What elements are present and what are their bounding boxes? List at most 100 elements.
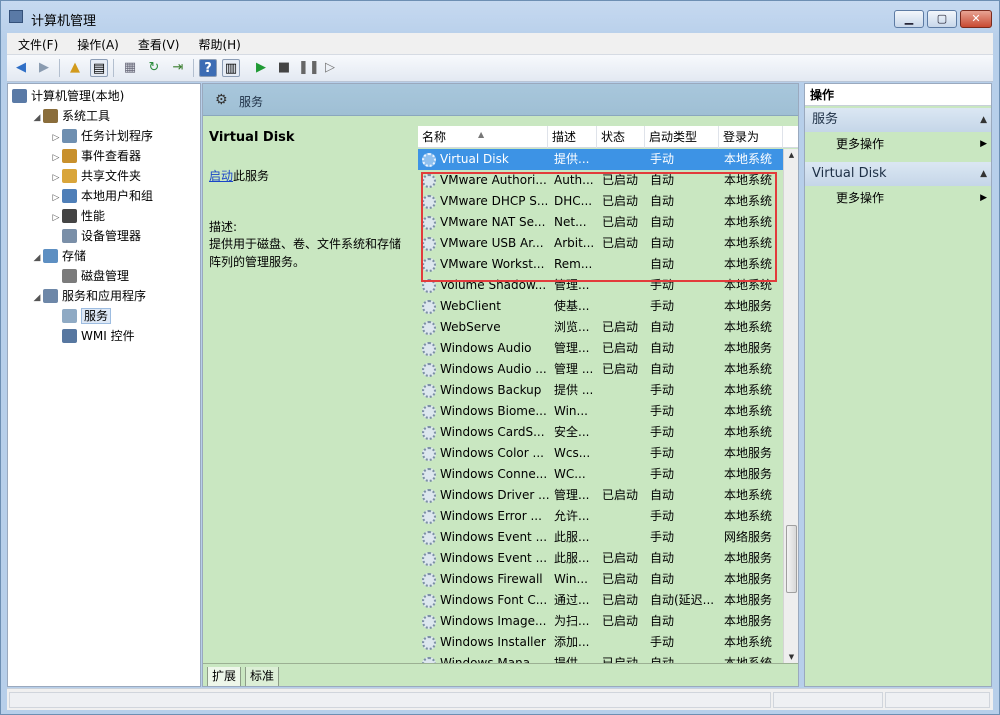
- table-row[interactable]: Windows Image... 为扫... 已启动 自动 本地服务: [418, 611, 783, 632]
- tab-extended[interactable]: 扩展: [207, 667, 242, 686]
- table-row[interactable]: Windows Color ... Wcs... 手动 本地服务: [418, 443, 783, 464]
- pause-service-icon[interactable]: ❚❚: [298, 59, 320, 77]
- cell-description: 管理 ...: [554, 362, 594, 376]
- tree-item-label: 服务: [81, 308, 112, 324]
- cell-logon-as: 本地服务: [724, 299, 773, 313]
- tree-item-disk-management[interactable]: 磁盘管理: [50, 266, 129, 286]
- tree-item-storage[interactable]: ◢ 存储: [31, 246, 86, 266]
- table-row[interactable]: Windows Biome... Win... 手动 本地系统: [418, 401, 783, 422]
- tree-expander-icon[interactable]: ▷: [50, 128, 62, 148]
- service-gear-icon: [422, 594, 436, 608]
- table-row[interactable]: Windows Error ... 允许... 手动 本地系统: [418, 506, 783, 527]
- forward-icon[interactable]: ▶: [35, 59, 53, 77]
- help-icon[interactable]: ?: [199, 59, 217, 77]
- tree-item-event-viewer[interactable]: ▷ 事件查看器: [50, 146, 141, 166]
- service-gear-icon: [422, 426, 436, 440]
- table-row[interactable]: Windows Firewall Win... 已启动 自动 本地服务: [418, 569, 783, 590]
- computer-management-icon: [9, 10, 23, 23]
- stop-service-icon[interactable]: ■: [275, 59, 293, 77]
- column-header-logon-as[interactable]: 登录为: [719, 126, 783, 148]
- scroll-thumb[interactable]: [786, 525, 797, 593]
- tree-item-task-scheduler[interactable]: ▷ 任务计划程序: [50, 126, 153, 146]
- list-vertical-scrollbar[interactable]: ▲ ▼: [783, 149, 798, 663]
- table-row[interactable]: Windows Event ... 此服... 手动 网络服务: [418, 527, 783, 548]
- cell-startup-type: 手动: [650, 635, 675, 649]
- cell-logon-as: 本地系统: [724, 404, 773, 418]
- maximize-button[interactable]: ▢: [927, 10, 957, 28]
- system-tools-icon: [43, 109, 58, 123]
- tree-expander-icon[interactable]: ◢: [31, 108, 43, 128]
- table-row[interactable]: Windows CardS... 安全... 手动 本地系统: [418, 422, 783, 443]
- more-actions-virtual-disk[interactable]: 更多操作 ▶: [805, 187, 991, 209]
- table-row[interactable]: Windows Event ... 此服... 已启动 自动 本地服务: [418, 548, 783, 569]
- task-scheduler-icon: [62, 129, 77, 143]
- refresh-icon[interactable]: ↻: [145, 59, 163, 77]
- service-detail: Virtual Disk 启动此服务 描述: 提供用于磁盘、卷、文件系统和存储阵…: [203, 116, 417, 661]
- cell-logon-as: 本地服务: [724, 593, 773, 607]
- title-bar[interactable]: 计算机管理 ▁ ▢ ✕: [1, 1, 999, 33]
- start-service-link[interactable]: 启动: [209, 169, 233, 183]
- table-row[interactable]: WebClient 使基... 手动 本地服务: [418, 296, 783, 317]
- tree-item-system-tools[interactable]: ◢ 系统工具: [31, 106, 110, 126]
- cell-status: 已启动: [602, 362, 639, 376]
- service-gear-icon: [422, 405, 436, 419]
- scroll-down-icon[interactable]: ▼: [784, 653, 798, 661]
- scroll-up-icon[interactable]: ▲: [784, 151, 798, 159]
- tree-expander-icon[interactable]: ◢: [31, 288, 43, 308]
- tree-item-device-manager[interactable]: 设备管理器: [50, 226, 141, 246]
- table-row[interactable]: Windows Font C... 通过... 已启动 自动(延迟... 本地服务: [418, 590, 783, 611]
- back-icon[interactable]: ◀: [12, 59, 30, 77]
- column-header-startup-type[interactable]: 启动类型: [645, 126, 719, 148]
- actions-section-virtual-disk[interactable]: Virtual Disk ▲: [805, 162, 991, 186]
- tree-item-wmi-control[interactable]: WMI 控件: [50, 326, 135, 346]
- table-row[interactable]: Windows Audio 管理... 已启动 自动 本地服务: [418, 338, 783, 359]
- table-row[interactable]: Windows Backup 提供 ... 手动 本地系统: [418, 380, 783, 401]
- tree-item-local-users[interactable]: ▷ 本地用户和组: [50, 186, 153, 206]
- table-row[interactable]: Windows Driver ... 管理... 已启动 自动 本地系统: [418, 485, 783, 506]
- cell-name: Windows Audio: [440, 341, 532, 355]
- collapse-icon[interactable]: ▲: [980, 162, 987, 186]
- collapse-icon[interactable]: ▲: [980, 108, 987, 132]
- tree-expander-icon[interactable]: ▷: [50, 168, 62, 188]
- menu-file[interactable]: 文件(F): [7, 33, 66, 53]
- menu-view[interactable]: 查看(V): [127, 33, 188, 53]
- show-hide-tree-icon[interactable]: ▤: [90, 59, 108, 77]
- column-header-status[interactable]: 状态: [597, 126, 645, 148]
- tree-item-shared-folders[interactable]: ▷ 共享文件夹: [50, 166, 141, 186]
- table-row[interactable]: WebServe 浏览... 已启动 自动 本地系统: [418, 317, 783, 338]
- tree-expander-icon[interactable]: ▷: [50, 208, 62, 228]
- cell-logon-as: 本地服务: [724, 446, 773, 460]
- up-folder-icon[interactable]: ▲: [66, 59, 84, 77]
- column-header-name[interactable]: 名称 ▲: [418, 126, 548, 148]
- menu-action[interactable]: 操作(A): [66, 33, 127, 53]
- show-hide-action-pane-icon[interactable]: ▥: [222, 59, 240, 77]
- tree-item-label: 共享文件夹: [81, 169, 142, 183]
- tree-item-performance[interactable]: ▷ 性能: [50, 206, 105, 226]
- tree-item-computer-management[interactable]: 计算机管理(本地): [12, 86, 124, 106]
- column-header-description[interactable]: 描述: [548, 126, 597, 148]
- tree-item-services-apps[interactable]: ◢ 服务和应用程序: [31, 286, 146, 306]
- actions-section-services[interactable]: 服务 ▲: [805, 108, 991, 132]
- menu-help[interactable]: 帮助(H): [187, 33, 248, 53]
- tree-item-label: 设备管理器: [81, 229, 142, 243]
- table-row[interactable]: Windows Audio ... 管理 ... 已启动 自动 本地系统: [418, 359, 783, 380]
- table-row[interactable]: Windows Conne... WC... 手动 本地服务: [418, 464, 783, 485]
- tab-standard[interactable]: 标准: [245, 667, 280, 686]
- start-service-icon[interactable]: ▶: [252, 59, 270, 77]
- table-row-selected[interactable]: Virtual Disk 提供... 手动 本地系统: [418, 149, 783, 170]
- tree-expander-icon[interactable]: ◢: [31, 248, 43, 268]
- more-actions-services[interactable]: 更多操作 ▶: [805, 133, 991, 155]
- tree-item-services[interactable]: 服务: [50, 306, 112, 326]
- table-row[interactable]: Windows Mana... 提供... 已启动 自动 本地系统: [418, 653, 783, 663]
- cell-status: 已启动: [602, 656, 639, 663]
- minimize-button[interactable]: ▁: [894, 10, 924, 28]
- export-list-icon[interactable]: ⇥: [169, 59, 187, 77]
- table-row[interactable]: Windows Installer 添加... 手动 本地系统: [418, 632, 783, 653]
- tree-expander-icon[interactable]: ▷: [50, 188, 62, 208]
- cell-startup-type: 手动: [650, 383, 675, 397]
- restart-service-icon[interactable]: ▷: [321, 59, 339, 77]
- cell-logon-as: 本地服务: [724, 551, 773, 565]
- close-button[interactable]: ✕: [960, 10, 992, 28]
- tree-expander-icon[interactable]: ▷: [50, 148, 62, 168]
- properties-icon[interactable]: ▦: [121, 59, 139, 77]
